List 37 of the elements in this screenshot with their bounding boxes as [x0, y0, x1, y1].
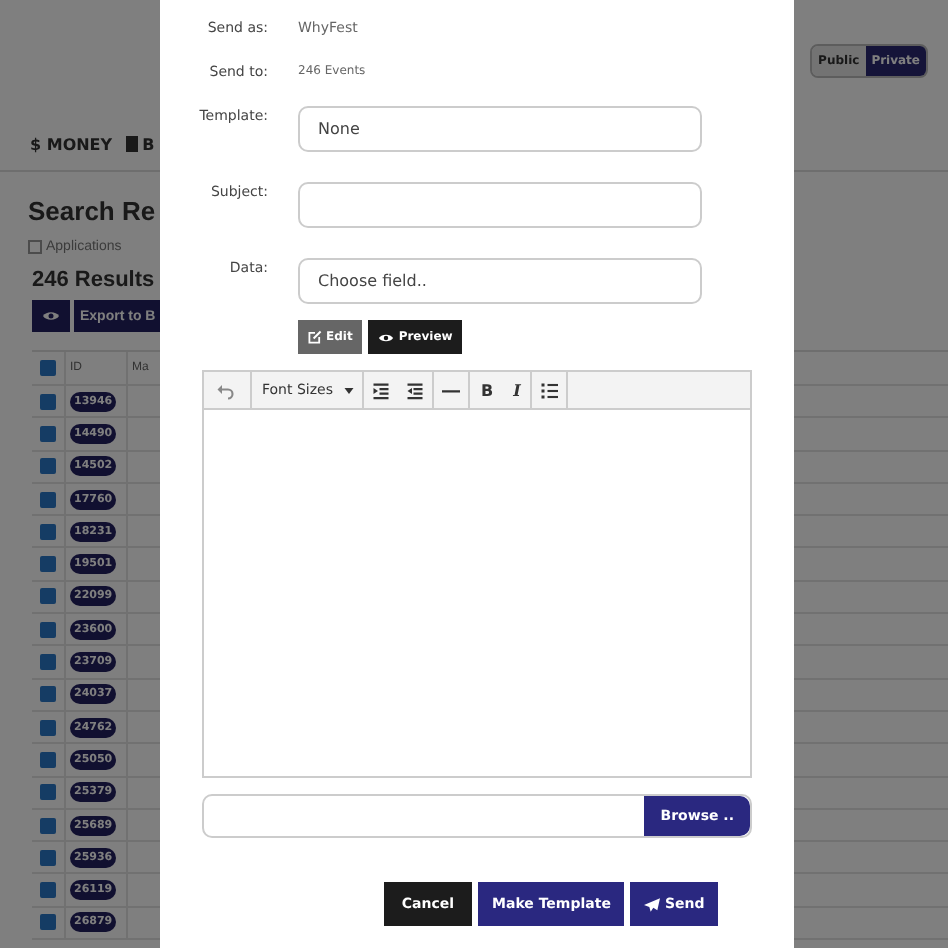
input-field[interactable]: Choose field.. [298, 258, 702, 304]
input-field[interactable] [298, 182, 702, 228]
row-checkbox[interactable] [40, 556, 56, 573]
results-count: 246 Results [32, 268, 155, 292]
page-title: Search Re [28, 196, 156, 226]
nav-link[interactable]: $ MONEY [30, 135, 113, 153]
row-checkbox[interactable] [40, 686, 56, 703]
italic-button[interactable]: I [503, 372, 531, 408]
checkbox[interactable] [40, 360, 56, 376]
outdent-icon [406, 381, 425, 399]
row-checkbox[interactable] [40, 849, 56, 866]
row-checkbox[interactable] [40, 491, 56, 508]
row-checkbox[interactable] [40, 751, 56, 768]
caret-icon [344, 387, 355, 393]
indent-icon [372, 381, 391, 399]
bulleted-list-icon [540, 381, 559, 399]
row-checkbox[interactable] [40, 914, 56, 931]
row-checkbox[interactable] [40, 817, 56, 833]
bold-button[interactable]: B [470, 372, 504, 408]
eye-icon [378, 331, 395, 343]
row-checkbox[interactable] [40, 719, 56, 736]
edit-icon [308, 330, 322, 344]
row-checkbox[interactable] [40, 654, 56, 671]
row-checkbox[interactable] [40, 393, 56, 410]
view-button[interactable] [32, 300, 70, 332]
row-checkbox[interactable] [40, 523, 56, 540]
row-checkbox[interactable] [40, 621, 56, 638]
row-checkbox[interactable] [40, 882, 56, 899]
eye-icon [42, 310, 60, 322]
row-checkbox[interactable] [40, 784, 56, 801]
nav-link[interactable]: B [142, 135, 155, 153]
row-checkbox[interactable] [40, 425, 56, 442]
undo-icon [216, 381, 234, 399]
row-checkbox[interactable] [40, 588, 56, 605]
checkbox[interactable] [28, 240, 42, 254]
input-field[interactable]: None [298, 106, 702, 152]
row-checkbox[interactable] [40, 458, 56, 475]
